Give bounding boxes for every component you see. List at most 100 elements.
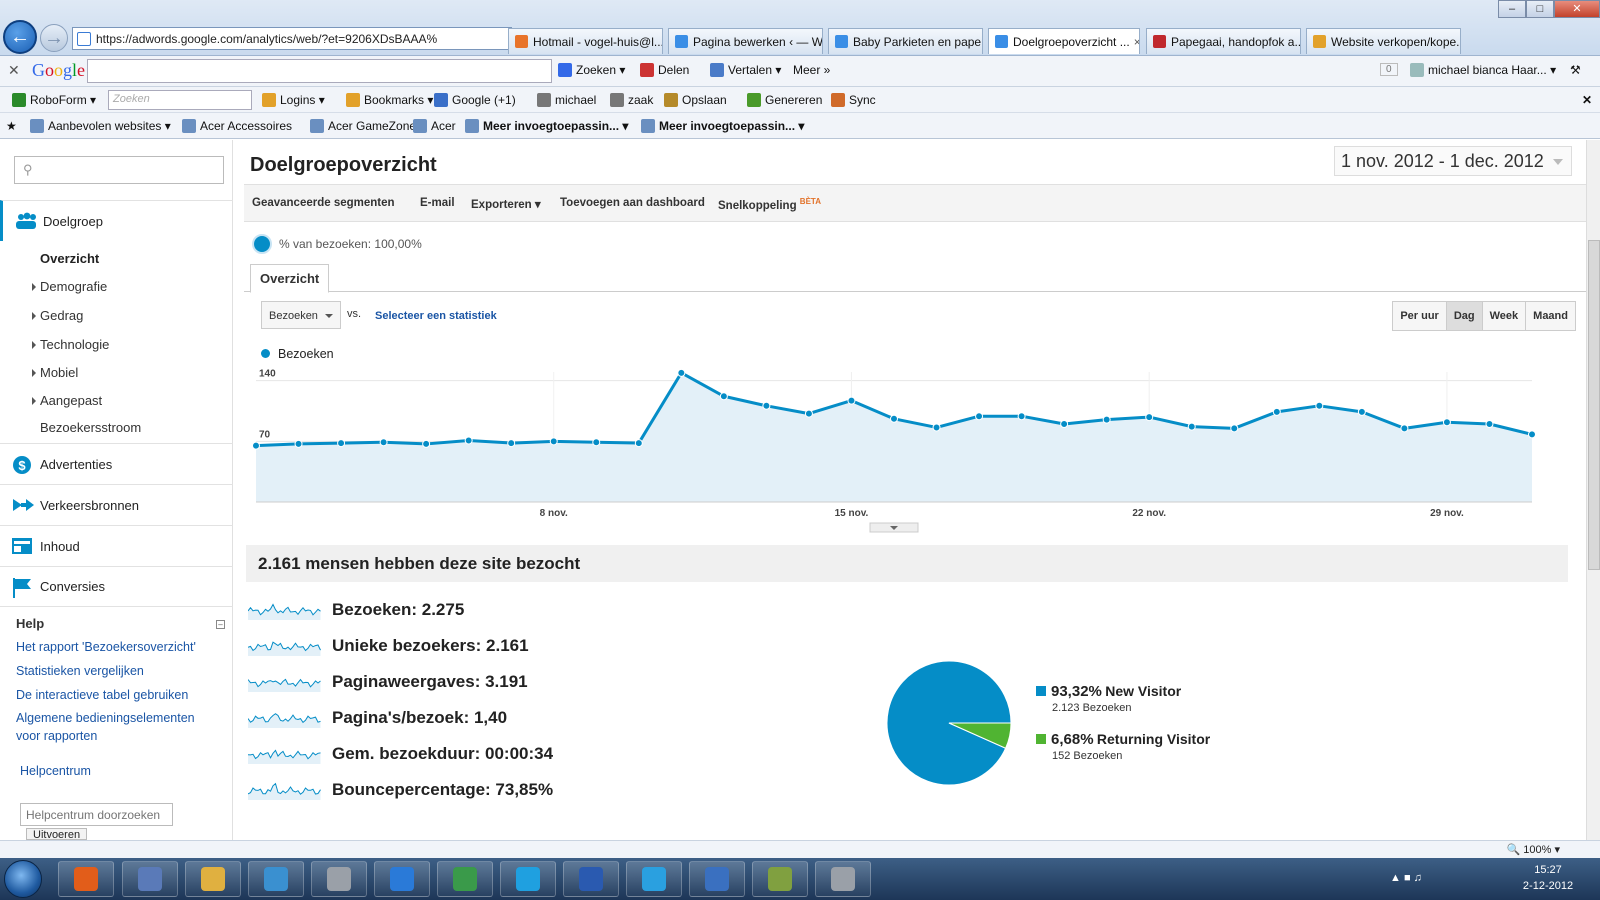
nav-gedrag[interactable]: Gedrag <box>32 308 83 323</box>
start-button[interactable] <box>4 860 42 898</box>
page-scrollbar[interactable] <box>1586 140 1600 840</box>
google-more-button[interactable]: Meer » <box>793 63 830 77</box>
taskbar-app-button[interactable] <box>437 861 493 897</box>
data-point[interactable] <box>1060 420 1069 428</box>
data-point[interactable] <box>1315 401 1324 410</box>
metric-row[interactable]: Unieke bezoekers: 2.161 <box>248 630 808 660</box>
data-point[interactable] <box>1442 418 1451 427</box>
scrollbar-thumb[interactable] <box>1588 240 1600 570</box>
data-point[interactable] <box>634 439 643 448</box>
nav-mobiel[interactable]: Mobiel <box>32 365 78 380</box>
nav-inhoud[interactable]: Inhoud <box>0 525 233 566</box>
metric-row[interactable]: Paginaweergaves: 3.191 <box>248 666 808 696</box>
taskbar-app-button[interactable] <box>374 861 430 897</box>
data-point[interactable] <box>1528 430 1536 439</box>
roboform-menu[interactable]: RoboForm ▾ <box>12 93 96 107</box>
select-statistic-link[interactable]: Selecteer een statistiek <box>375 310 497 322</box>
helpcentrum-link[interactable]: Helpcentrum <box>20 762 91 780</box>
data-point[interactable] <box>1357 407 1366 416</box>
shortcut-button[interactable]: Snelkoppeling BÈTA <box>718 197 821 212</box>
nav-advertenties[interactable]: $ Advertenties <box>0 443 233 484</box>
email-button[interactable]: E-mail <box>420 197 455 209</box>
nav-doelgroep[interactable]: Doelgroep <box>0 200 233 241</box>
nav-aangepast[interactable]: Aangepast <box>32 393 102 408</box>
favorite-item[interactable]: Acer Accessoires <box>182 119 292 133</box>
date-range-picker[interactable]: 1 nov. 2012 - 1 dec. 2012 <box>1334 146 1572 176</box>
tab-overzicht[interactable]: Overzicht <box>250 264 330 293</box>
granularity-maand[interactable]: Maand <box>1525 302 1575 330</box>
data-point[interactable] <box>1230 424 1239 433</box>
favorites-star-icon[interactable]: ★ <box>6 119 17 133</box>
data-point[interactable] <box>1102 415 1111 424</box>
visits-chart[interactable]: 70 140 8 nov. 15 nov. 22 nov. 29 nov. <box>244 362 1586 542</box>
taskbar-app-button[interactable] <box>500 861 556 897</box>
nav-technologie[interactable]: Technologie <box>32 337 109 352</box>
close-bar-icon[interactable]: ✕ <box>1582 93 1592 107</box>
help-link[interactable]: Het rapport 'Bezoekersoverzicht' <box>16 638 196 656</box>
taskbar-app-button[interactable] <box>58 861 114 897</box>
nav-overzicht[interactable]: Overzicht <box>40 251 99 266</box>
close-tab-icon[interactable]: × <box>1130 35 1139 49</box>
data-point[interactable] <box>804 409 813 418</box>
roboform-item[interactable]: Genereren <box>747 93 822 107</box>
taskbar-app-button[interactable] <box>626 861 682 897</box>
taskbar-app-button[interactable] <box>815 861 871 897</box>
forward-button[interactable]: → <box>40 24 68 52</box>
nav-verkeersbronnen[interactable]: Verkeersbronnen <box>0 484 233 525</box>
data-point[interactable] <box>337 439 346 448</box>
roboform-item[interactable]: Logins ▾ <box>262 93 325 107</box>
taskbar-app-button[interactable] <box>752 861 808 897</box>
google-share-button[interactable]: Delen <box>640 63 689 77</box>
maximize-button[interactable]: □ <box>1526 0 1554 18</box>
roboform-item[interactable]: Bookmarks ▾ <box>346 93 433 107</box>
browser-tab[interactable]: Website verkopen/kope... <box>1306 28 1461 54</box>
favorite-item[interactable]: Meer invoegtoepassin... ▾ <box>465 119 628 133</box>
favorite-item[interactable]: Aanbevolen websites ▾ <box>30 119 171 133</box>
nav-demografie[interactable]: Demografie <box>32 279 107 294</box>
uitvoeren-button[interactable]: Uitvoeren <box>26 828 88 840</box>
helpcenter-search-input[interactable] <box>20 803 173 826</box>
taskbar-app-button[interactable] <box>248 861 304 897</box>
google-user-menu[interactable]: michael bianca Haar... ▾ <box>1410 63 1556 77</box>
data-point[interactable] <box>1400 424 1409 433</box>
segment-icon[interactable] <box>252 234 272 254</box>
close-toolbar-icon[interactable]: ✕ <box>8 62 20 79</box>
data-point[interactable] <box>1187 422 1196 431</box>
back-button[interactable]: ← <box>3 20 37 54</box>
wrench-icon[interactable]: ⚒ <box>1570 63 1581 77</box>
data-point[interactable] <box>762 401 771 410</box>
nav-conversies[interactable]: Conversies <box>0 566 233 607</box>
taskbar-app-button[interactable] <box>563 861 619 897</box>
browser-tab[interactable]: Papegaai, handopfok a... <box>1146 28 1301 54</box>
help-link[interactable]: Statistieken vergelijken <box>16 662 144 680</box>
collapse-icon[interactable]: – <box>216 620 225 629</box>
granularity-week[interactable]: Week <box>1481 302 1526 330</box>
data-point[interactable] <box>252 441 260 450</box>
data-point[interactable] <box>1485 420 1494 428</box>
browser-tab[interactable]: Doelgroepoverzicht ...× <box>988 28 1140 54</box>
favorite-item[interactable]: Meer invoegtoepassin... ▾ <box>641 119 804 133</box>
data-point[interactable] <box>677 368 686 377</box>
roboform-item[interactable]: zaak <box>610 93 653 107</box>
metric-row[interactable]: Bezoeken: 2.275 <box>248 594 808 624</box>
favorite-item[interactable]: Acer <box>413 119 456 133</box>
roboform-item[interactable]: Google (+1) <box>434 93 516 107</box>
browser-tab[interactable]: Baby Parkieten en pape... <box>828 28 983 54</box>
roboform-search-input[interactable]: Zoeken <box>108 90 252 110</box>
metric-select[interactable]: Bezoeken <box>261 301 341 329</box>
browser-tab[interactable]: Hotmail - vogel-huis@l... <box>508 28 663 54</box>
roboform-item[interactable]: Sync <box>831 93 876 107</box>
favorite-item[interactable]: Acer GameZone <box>310 119 416 133</box>
data-point[interactable] <box>890 414 898 423</box>
taskbar-app-button[interactable] <box>689 861 745 897</box>
data-point[interactable] <box>422 439 431 448</box>
visitor-pie-chart[interactable] <box>884 658 1014 788</box>
browser-tab[interactable]: Pagina bewerken ‹ — W... <box>668 28 823 54</box>
data-point[interactable] <box>1017 412 1026 421</box>
roboform-item[interactable]: michael <box>537 93 596 107</box>
data-point[interactable] <box>975 412 984 421</box>
minimize-button[interactable]: – <box>1498 0 1526 18</box>
metric-row[interactable]: Pagina's/bezoek: 1,40 <box>248 702 808 732</box>
clock-time[interactable]: 15:27 <box>1518 864 1578 876</box>
google-search-button[interactable]: Zoeken ▾ <box>558 63 625 77</box>
